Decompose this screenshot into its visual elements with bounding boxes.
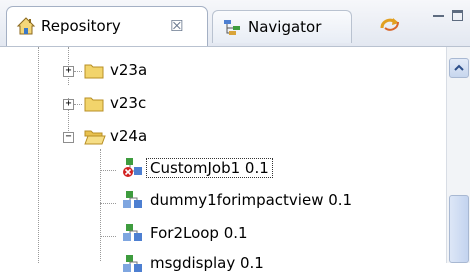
job-label: For2Loop 0.1	[150, 224, 248, 242]
maximize-icon[interactable]	[452, 10, 463, 21]
tab-repository-label: Repository	[41, 17, 121, 35]
tab-navigator-label: Navigator	[248, 18, 322, 36]
tab-repository[interactable]: Repository ☒	[6, 6, 208, 46]
expand-toggle[interactable]: +	[63, 99, 74, 110]
minimize-icon[interactable]	[433, 15, 444, 17]
vertical-scrollbar[interactable]	[446, 47, 470, 263]
repository-tree: + v23a + v23c − v24a CustomJob1 0.1 dumm…	[0, 47, 446, 272]
folder-icon	[84, 97, 104, 112]
view-tab-bar: Repository ☒ Navigator	[0, 0, 470, 47]
tree-connector	[38, 47, 39, 263]
folder-label: v24a	[110, 127, 148, 145]
job-icon	[123, 224, 142, 241]
chevron-up-icon	[454, 64, 464, 71]
navigator-icon	[224, 20, 240, 35]
job-label: dummy1forimpactview 0.1	[150, 191, 353, 209]
tree-connector	[100, 149, 101, 261]
folder-icon	[84, 64, 104, 79]
job-icon	[123, 191, 142, 208]
tab-navigator[interactable]: Navigator	[212, 10, 352, 43]
scroll-thumb[interactable]	[449, 195, 469, 263]
job-label: msgdisplay 0.1	[150, 254, 264, 272]
sync-icon[interactable]	[378, 14, 402, 34]
home-icon	[16, 17, 36, 35]
open-folder-icon	[84, 130, 106, 145]
folder-label: v23c	[110, 94, 147, 112]
collapse-toggle[interactable]: −	[63, 132, 74, 143]
close-icon[interactable]: ☒	[170, 17, 183, 35]
job-error-icon	[123, 158, 142, 177]
tree-connector	[100, 170, 116, 171]
job-label: CustomJob1 0.1	[146, 158, 273, 178]
expand-toggle[interactable]: +	[63, 66, 74, 77]
folder-label: v23a	[110, 61, 148, 79]
scroll-up-button[interactable]	[449, 58, 469, 78]
tree-connector	[100, 203, 116, 204]
tree-connector	[100, 236, 116, 237]
tree-connector	[74, 71, 82, 72]
job-icon	[123, 255, 142, 272]
tree-connector	[74, 104, 82, 105]
